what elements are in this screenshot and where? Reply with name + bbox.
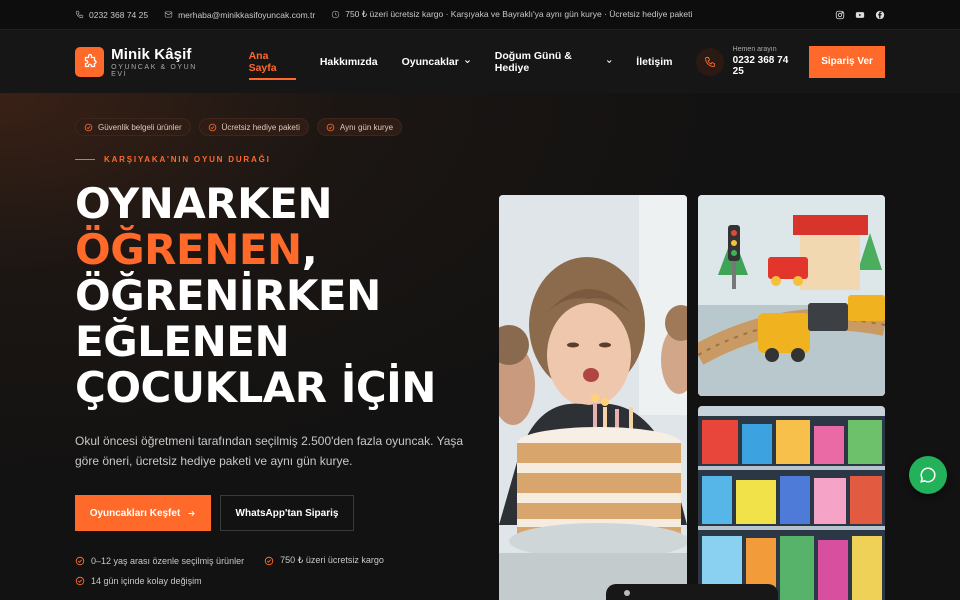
explore-toys-button[interactable]: Oyuncakları Keşfet xyxy=(75,495,211,531)
feature-label: 14 gün içinde kolay değişim xyxy=(91,576,202,586)
check-circle-icon xyxy=(264,556,274,565)
nav-about-label: Hakkımızda xyxy=(319,55,378,68)
puzzle-icon xyxy=(84,53,97,67)
headline-line-1: OYNARKEN xyxy=(75,179,333,228)
logo-mark xyxy=(75,46,105,77)
feature-label: 0–12 yaş arası özenle seçilmiş ürünler xyxy=(91,555,245,566)
floating-bar xyxy=(606,584,778,600)
feature-item: 0–12 yaş arası özenle seçilmiş ürünler xyxy=(75,555,244,566)
phone-icon xyxy=(75,10,84,19)
nav-about[interactable]: Hakkımızda xyxy=(320,56,378,68)
check-circle-icon xyxy=(208,123,216,131)
badge-courier: Aynı gün kurye xyxy=(316,118,403,136)
topbar-phone-text: 0232 368 74 25 xyxy=(89,9,149,20)
feature-label: 750 ₺ üzeri ücretsiz kargo xyxy=(280,555,384,565)
facebook-icon[interactable] xyxy=(875,10,885,20)
check-circle-icon xyxy=(84,123,93,131)
chevron-down-icon xyxy=(464,60,470,64)
phone-circle xyxy=(696,47,724,76)
toy-shop-photo xyxy=(698,406,885,600)
call-number: 0232 368 74 25 xyxy=(732,55,789,77)
whatsapp-chat-button[interactable] xyxy=(909,456,947,494)
logo[interactable]: Minik Kâşif OYUNCAK & OYUN EVİ xyxy=(75,46,214,78)
call-label: Hemen arayın xyxy=(732,46,777,53)
dot-indicator xyxy=(624,590,630,596)
badge-safety-label: Güvenlik belgeli ürünler xyxy=(98,122,182,132)
nav-birthday-gift-label: Doğum Günü & Hediye xyxy=(494,49,572,74)
trust-badges: Güvenlik belgeli ürünler Ücretsiz hediye… xyxy=(75,118,403,136)
instagram-icon[interactable] xyxy=(835,10,845,20)
nav-home-label: Ana Sayfa xyxy=(248,49,277,74)
feature-item: 750 ₺ üzeri ücretsiz kargo xyxy=(264,555,384,566)
topbar-promo: 750 ₺ üzeri ücretsiz kargo · Karşıyaka v… xyxy=(331,9,692,20)
badge-safety: Güvenlik belgeli ürünler xyxy=(75,118,191,136)
headline-line-4: EĞLENEN xyxy=(75,317,290,366)
nav-contact[interactable]: İletişim xyxy=(636,56,672,68)
chat-bubble-icon xyxy=(920,467,936,483)
mail-icon xyxy=(164,11,173,18)
check-circle-icon xyxy=(75,576,85,586)
main-nav: Ana Sayfa Hakkımızda Oyuncaklar Doğum Gü… xyxy=(248,49,697,80)
check-circle-icon xyxy=(75,556,85,565)
feature-item: 14 gün içinde kolay değişim xyxy=(75,576,202,586)
explore-toys-label: Oyuncakları Keşfet xyxy=(89,507,181,519)
topbar-email[interactable]: merhaba@minikkasifoyuncak.com.tr xyxy=(164,10,315,20)
topbar-email-text: merhaba@minikkasifoyuncak.com.tr xyxy=(178,9,316,20)
topbar-phone[interactable]: 0232 368 74 25 xyxy=(75,10,148,20)
birthday-cake-photo xyxy=(499,195,687,600)
hero-description: Okul öncesi öğretmeni tarafından seçilmi… xyxy=(75,434,464,468)
top-bar: 0232 368 74 25 merhaba@minikkasifoyuncak… xyxy=(0,0,960,30)
youtube-icon[interactable] xyxy=(855,10,865,20)
nav-toys[interactable]: Oyuncaklar xyxy=(402,56,471,68)
social-links xyxy=(835,10,885,20)
headline-line-5: ÇOCUKLAR İÇİN xyxy=(75,363,436,412)
feature-list: 0–12 yaş arası özenle seçilmiş ürünler 7… xyxy=(75,555,435,586)
brand-tagline: OYUNCAK & OYUN EVİ xyxy=(111,63,197,78)
check-circle-icon xyxy=(326,123,335,131)
hero-section: Güvenlik belgeli ürünler Ücretsiz hediye… xyxy=(0,93,960,600)
topbar-promo-text: 750 ₺ üzeri ücretsiz kargo · Karşıyaka v… xyxy=(345,9,693,19)
hero-kicker: KARŞIYAKA'NIN OYUN DURAĞI xyxy=(75,155,271,164)
phone-icon xyxy=(705,56,715,67)
headline-line-3: ÖĞRENİRKEN xyxy=(75,271,381,320)
toy-train-photo xyxy=(698,195,885,396)
badge-courier-label: Aynı gün kurye xyxy=(339,122,394,132)
badge-gift-label: Ücretsiz hediye paketi xyxy=(221,122,300,132)
nav-contact-label: İletişim xyxy=(636,55,673,68)
site-header: Minik Kâşif OYUNCAK & OYUN EVİ Ana Sayfa… xyxy=(0,30,960,93)
chevron-down-icon xyxy=(606,60,612,64)
call-block[interactable]: Hemen arayın 0232 368 74 25 xyxy=(696,46,800,77)
headline-line-2: ÖĞRENEN, xyxy=(75,227,436,273)
headline-comma: , xyxy=(301,225,318,274)
nav-toys-label: Oyuncaklar xyxy=(401,55,459,68)
nav-birthday-gift[interactable]: Doğum Günü & Hediye xyxy=(495,50,612,74)
clock-icon xyxy=(332,10,340,19)
badge-gift: Ücretsiz hediye paketi xyxy=(198,118,309,136)
whatsapp-order-button[interactable]: WhatsApp'tan Sipariş xyxy=(220,495,354,531)
hero-headline: OYNARKEN ÖĞRENEN, ÖĞRENİRKEN EĞLENEN ÇOC… xyxy=(75,181,436,411)
brand-name: Minik Kâşif xyxy=(111,45,192,63)
arrow-right-icon xyxy=(188,510,196,516)
order-button[interactable]: Sipariş Ver xyxy=(809,45,885,78)
headline-accent: ÖĞRENEN xyxy=(75,225,302,274)
nav-home[interactable]: Ana Sayfa xyxy=(248,49,297,80)
